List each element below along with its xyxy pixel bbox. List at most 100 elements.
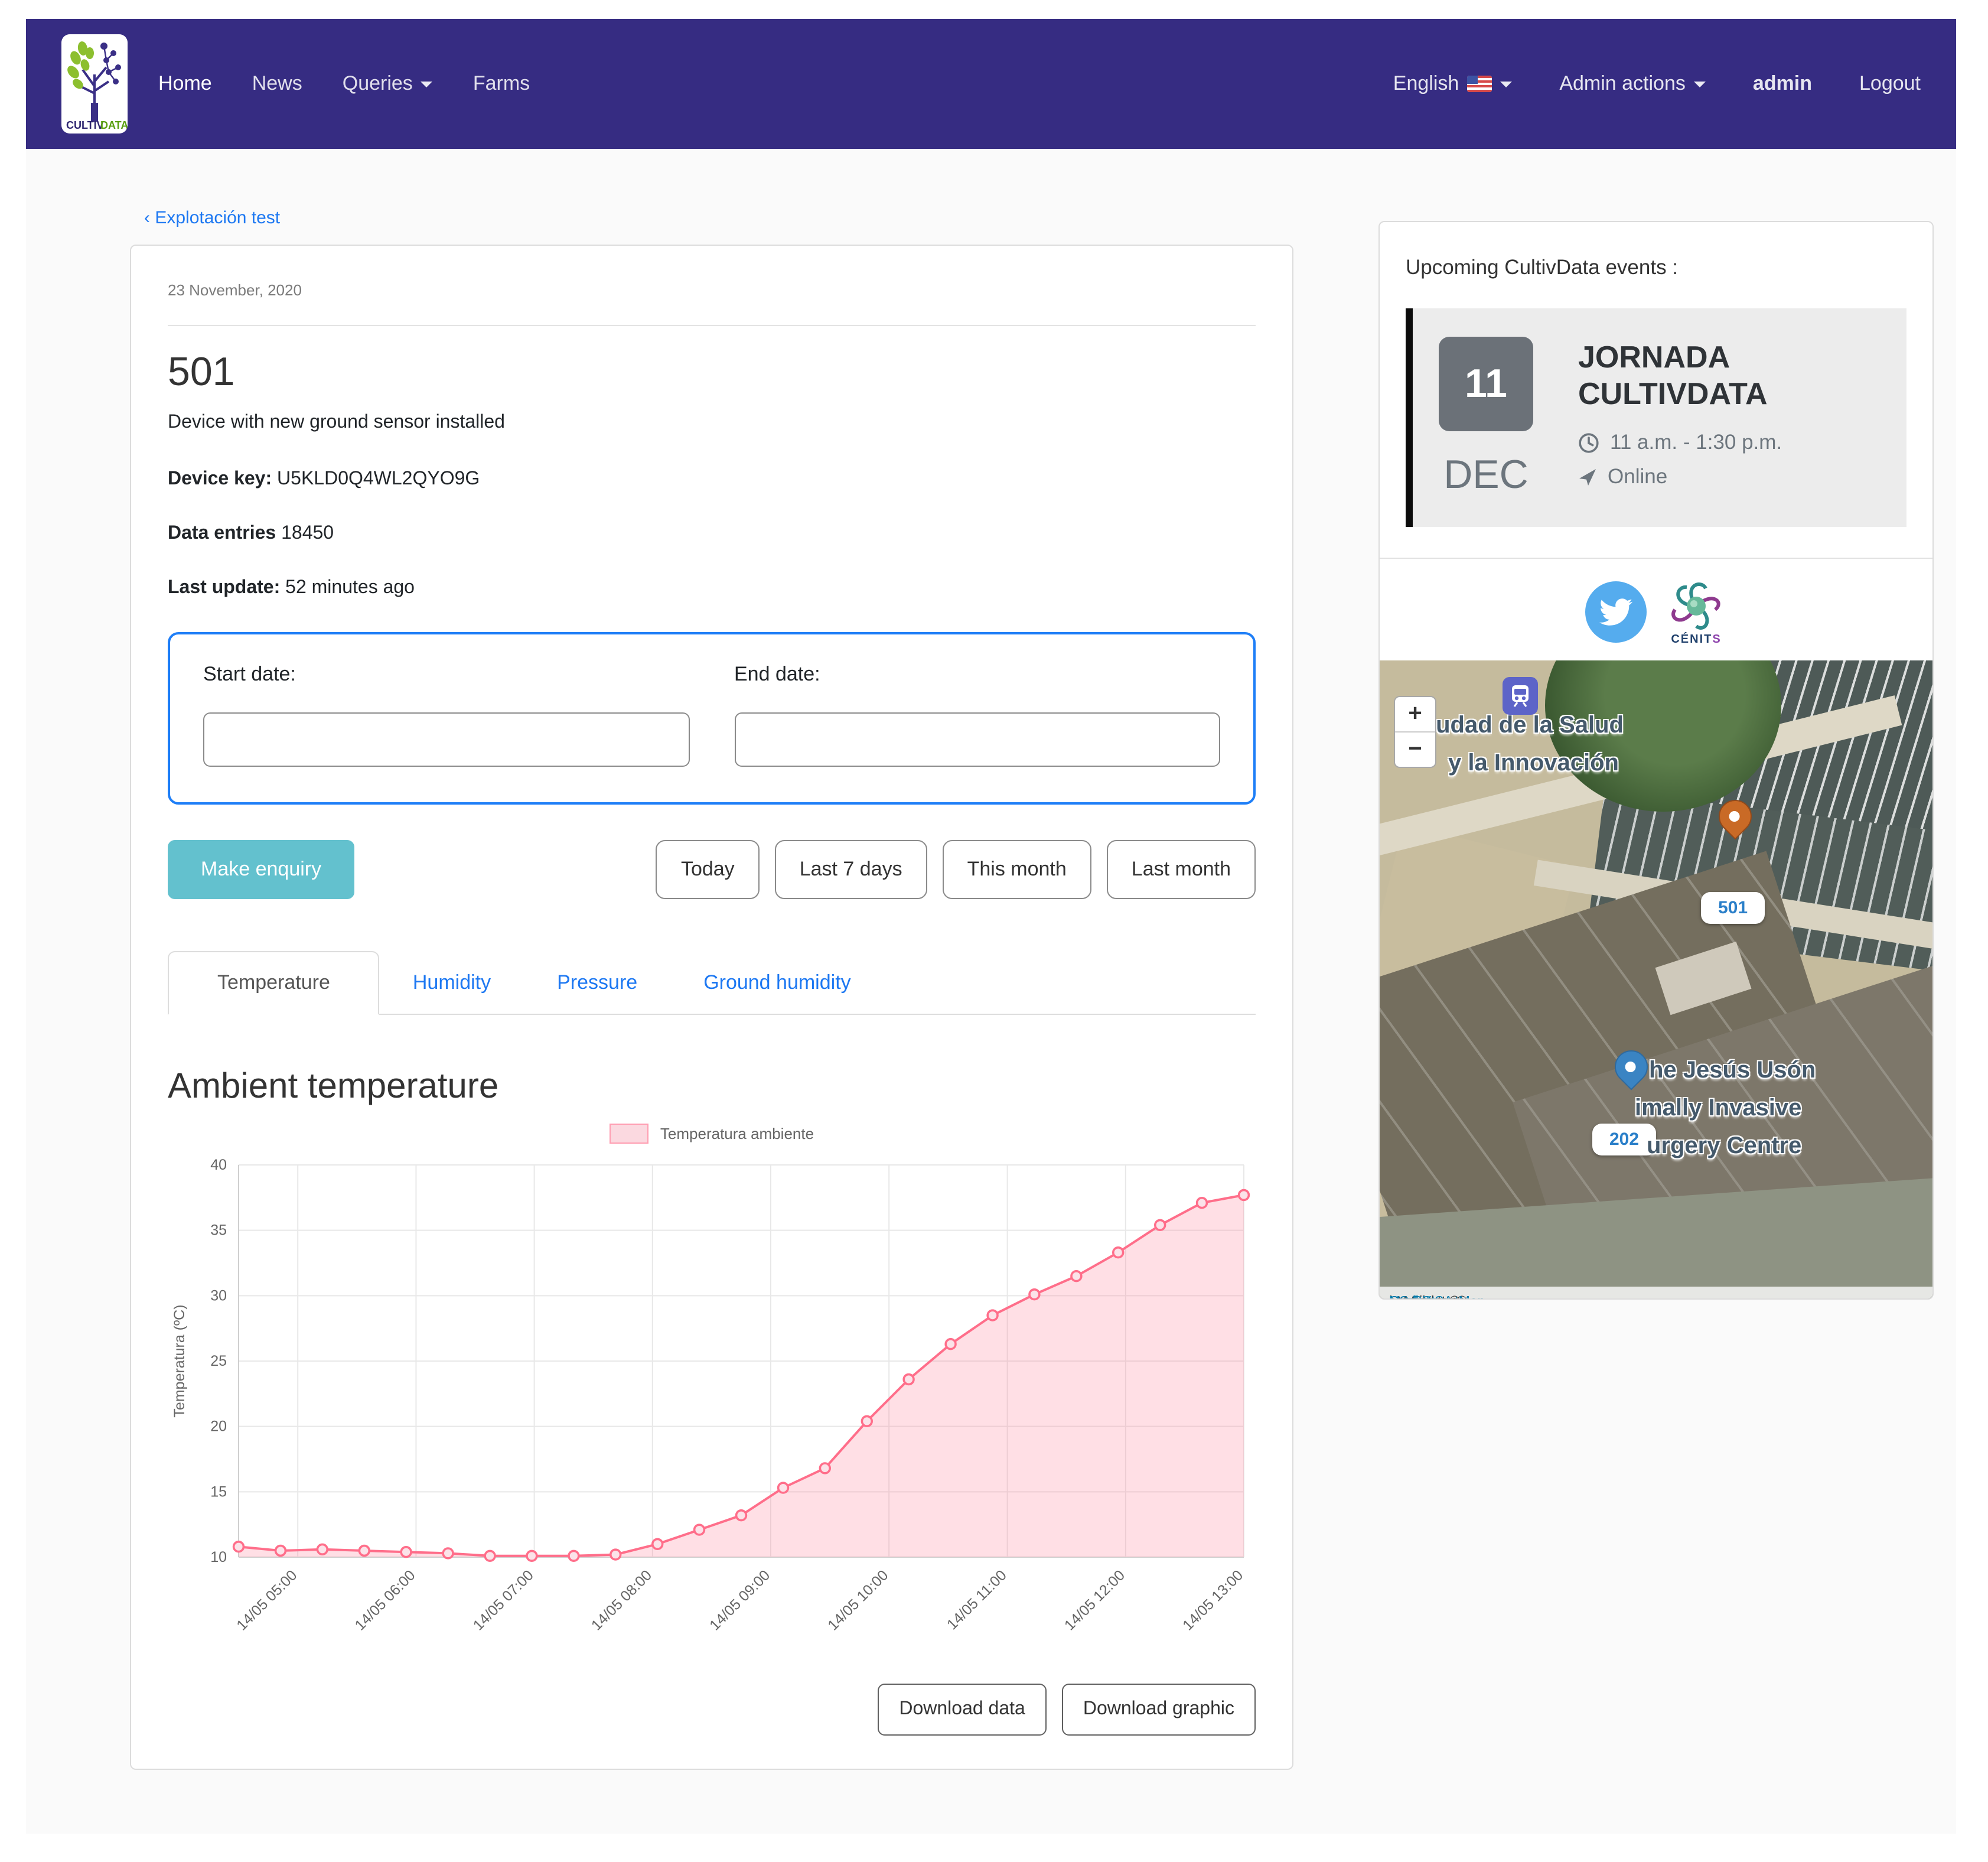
navbar: CULTIV DATA Home News Queries Farms Engl… xyxy=(26,19,1956,149)
divider xyxy=(168,325,1256,326)
event-location: Online xyxy=(1608,465,1667,490)
end-date-group: End date: xyxy=(734,663,1220,767)
cenits-logo[interactable]: CÉNITS xyxy=(1666,577,1727,646)
cenits-swirl-icon xyxy=(1666,577,1727,636)
svg-text:25: 25 xyxy=(210,1353,227,1369)
cenits-wordmark: CÉNITS xyxy=(1671,633,1721,646)
svg-text:14/05 06:00: 14/05 06:00 xyxy=(351,1567,418,1633)
last-month-button[interactable]: Last month xyxy=(1107,840,1256,899)
map-marker-label-501[interactable]: 501 xyxy=(1701,892,1765,924)
svg-text:20: 20 xyxy=(210,1418,227,1435)
tab-humidity[interactable]: Humidity xyxy=(380,952,524,1014)
nav-link-farms[interactable]: Farms xyxy=(473,72,530,96)
device-key-row: Device key: U5KLD0Q4WL2QYO9G xyxy=(168,469,1256,490)
chevron-down-icon xyxy=(421,81,433,87)
breadcrumb-label: Explotación test xyxy=(155,208,280,228)
nav-link-queries-label: Queries xyxy=(343,72,413,96)
logout-link[interactable]: Logout xyxy=(1859,72,1921,96)
event-card[interactable]: 11 DEC JORNADA CULTIVDATA 11 a.m. - 1:30… xyxy=(1406,308,1906,527)
zoom-out-button[interactable]: − xyxy=(1395,733,1435,767)
svg-text:Temperatura (ºC): Temperatura (ºC) xyxy=(171,1304,188,1417)
location-arrow-icon xyxy=(1578,468,1597,487)
map-attribution: Leaflet | Map data © OpenStreetMap contr… xyxy=(1380,1287,1932,1298)
username-link[interactable]: admin xyxy=(1753,72,1812,96)
svg-text:14/05 07:00: 14/05 07:00 xyxy=(470,1567,537,1633)
svg-text:14/05 08:00: 14/05 08:00 xyxy=(588,1567,655,1633)
end-date-input[interactable] xyxy=(734,712,1220,767)
language-menu[interactable]: English xyxy=(1393,72,1513,96)
data-entries-label: Data entries xyxy=(168,523,276,543)
today-button[interactable]: Today xyxy=(656,840,760,899)
svg-text:30: 30 xyxy=(210,1287,227,1304)
make-enquiry-button[interactable]: Make enquiry xyxy=(168,840,354,899)
leaflet-map[interactable]: iudad de la Salud y la Innovación + − 50… xyxy=(1380,660,1932,1298)
events-sidebar: Upcoming CultivData events : 11 DEC JORN… xyxy=(1378,221,1934,1300)
device-title: 501 xyxy=(168,350,1256,396)
zoom-in-button[interactable]: + xyxy=(1395,697,1435,733)
svg-text:DATA: DATA xyxy=(100,119,128,131)
tab-ground-humidity[interactable]: Ground humidity xyxy=(670,952,884,1014)
legend-label: Temperatura ambiente xyxy=(660,1125,814,1142)
language-label: English xyxy=(1393,72,1459,96)
start-date-input[interactable] xyxy=(203,712,689,767)
last-update-value: 52 minutes ago xyxy=(285,578,415,598)
tab-pressure[interactable]: Pressure xyxy=(524,952,670,1014)
nav-right: English Admin actions admin Logout xyxy=(1393,72,1921,96)
cultivdata-logo[interactable]: CULTIV DATA xyxy=(61,34,128,134)
map-place-label-juson-2: imally Invasive xyxy=(1635,1095,1801,1122)
event-month: DEC xyxy=(1439,453,1533,499)
svg-text:10: 10 xyxy=(210,1549,227,1565)
chart-legend[interactable]: Temperatura ambiente xyxy=(168,1124,1256,1144)
app-page: CULTIV DATA Home News Queries Farms Engl… xyxy=(26,19,1956,1834)
svg-text:CULTIV: CULTIV xyxy=(66,119,104,131)
svg-text:35: 35 xyxy=(210,1222,227,1239)
nav-link-home[interactable]: Home xyxy=(158,72,212,96)
device-card: 23 November, 2020 501 Device with new gr… xyxy=(130,245,1293,1770)
svg-text:14/05 10:00: 14/05 10:00 xyxy=(824,1567,891,1633)
device-key-label: Device key: xyxy=(168,469,272,489)
start-date-group: Start date: xyxy=(203,663,689,767)
event-info-column: JORNADA CULTIVDATA 11 a.m. - 1:30 p.m. xyxy=(1578,337,1885,499)
chevron-down-icon xyxy=(1500,81,1512,87)
date-range-fieldset: Start date: End date: xyxy=(168,632,1256,805)
last-update-label: Last update: xyxy=(168,578,280,598)
event-day-badge: 11 xyxy=(1439,337,1533,431)
svg-text:14/05 11:00: 14/05 11:00 xyxy=(944,1567,1010,1633)
download-graphic-button[interactable]: Download graphic xyxy=(1062,1684,1256,1736)
nav-link-news[interactable]: News xyxy=(252,72,302,96)
transit-station-icon xyxy=(1503,677,1538,715)
end-date-label: End date: xyxy=(734,663,1220,686)
last-update-row: Last update: 52 minutes ago xyxy=(168,578,1256,599)
map-place-label-juson-3: urgery Centre xyxy=(1647,1133,1801,1160)
nav-links: Home News Queries Farms xyxy=(158,72,530,96)
svg-text:14/05 12:00: 14/05 12:00 xyxy=(1061,1567,1128,1633)
twitter-icon[interactable] xyxy=(1585,581,1647,642)
data-entries-row: Data entries 18450 xyxy=(168,523,1256,545)
admin-actions-menu[interactable]: Admin actions xyxy=(1559,72,1706,96)
chevron-down-icon xyxy=(1694,81,1706,87)
nav-link-queries[interactable]: Queries xyxy=(343,72,433,96)
enquiry-actions: Make enquiry Today Last 7 days This mont… xyxy=(168,840,1256,899)
this-month-button[interactable]: This month xyxy=(943,840,1091,899)
map-zoom-control: + − xyxy=(1394,696,1436,768)
event-title: JORNADA CULTIVDATA xyxy=(1578,339,1885,412)
chart-section-title: Ambient temperature xyxy=(168,1067,1256,1107)
data-entries-value: 18450 xyxy=(281,523,334,543)
map-place-label-juson-1: he Jesús Usón xyxy=(1649,1057,1816,1085)
tab-temperature[interactable]: Temperature xyxy=(168,951,380,1015)
us-flag-icon xyxy=(1467,76,1492,92)
svg-text:14/05 09:00: 14/05 09:00 xyxy=(706,1567,773,1633)
svg-text:14/05 13:00: 14/05 13:00 xyxy=(1179,1567,1246,1633)
map-place-label-innovacion: y la Innovación xyxy=(1448,750,1619,777)
device-card-date: 23 November, 2020 xyxy=(168,281,1256,299)
device-description: Device with new ground sensor installed xyxy=(168,412,1256,434)
events-heading: Upcoming CultivData events : xyxy=(1406,255,1906,280)
svg-text:40: 40 xyxy=(210,1157,227,1173)
social-links: CÉNITS xyxy=(1380,559,1932,660)
cultivdata-tree-icon: CULTIV DATA xyxy=(61,34,128,134)
last-7-days-button[interactable]: Last 7 days xyxy=(775,840,927,899)
mapbox-link[interactable]: Mapbox xyxy=(1389,1293,1438,1298)
download-data-button[interactable]: Download data xyxy=(878,1684,1047,1736)
chevron-left-icon: ‹ xyxy=(144,208,150,228)
download-actions: Download data Download graphic xyxy=(168,1684,1256,1736)
